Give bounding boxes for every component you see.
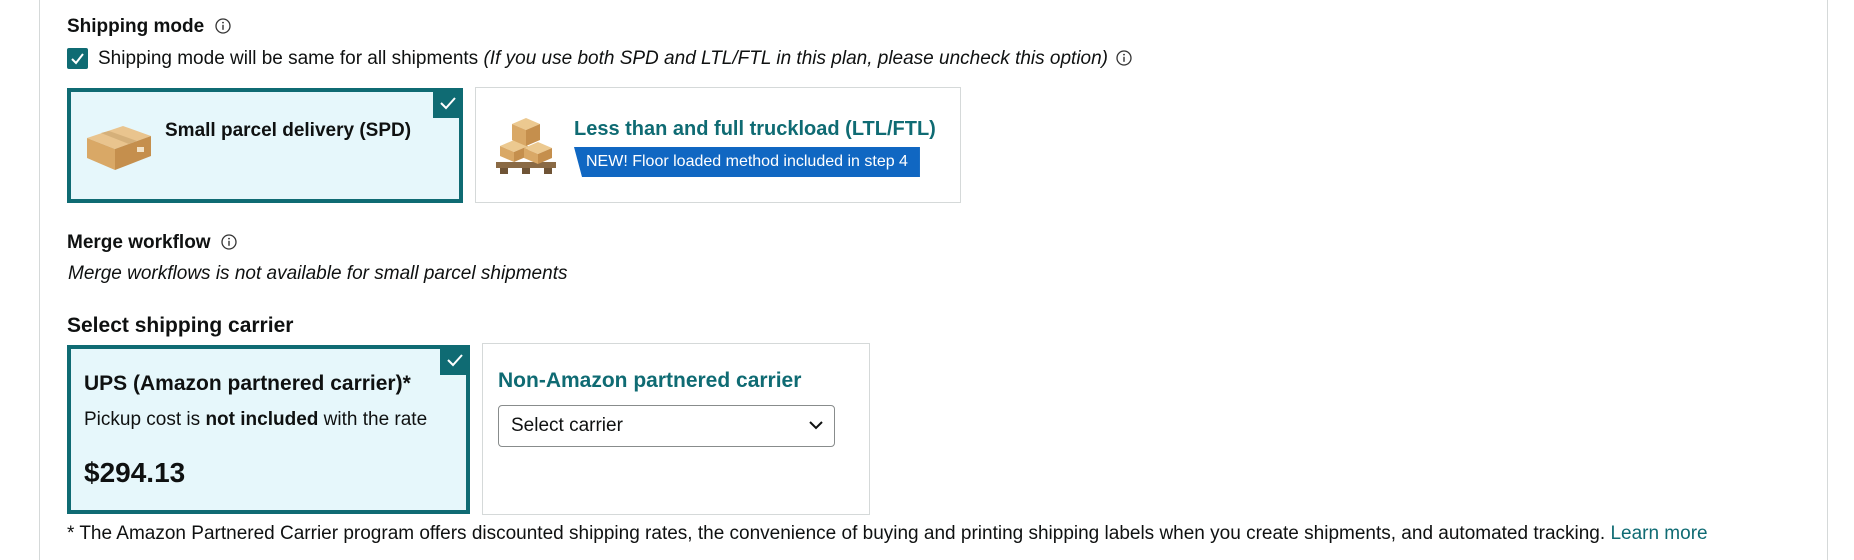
carrier-select-value: Select carrier bbox=[511, 415, 623, 436]
same-mode-label-text: Shipping mode will be same for all shipm… bbox=[98, 48, 479, 69]
panel-left-border bbox=[39, 0, 40, 560]
same-mode-checkbox[interactable] bbox=[67, 48, 88, 69]
chevron-down-icon bbox=[809, 421, 823, 430]
merge-workflow-note: Merge workflows is not available for sma… bbox=[68, 263, 568, 284]
info-icon[interactable] bbox=[1116, 50, 1132, 66]
info-icon[interactable] bbox=[214, 18, 231, 34]
merge-workflow-title: Merge workflow bbox=[67, 232, 237, 254]
checkmark-icon bbox=[440, 97, 456, 110]
selected-check bbox=[433, 88, 463, 118]
pickup-prefix: Pickup cost is bbox=[84, 409, 201, 430]
checkmark-icon bbox=[447, 354, 463, 367]
ups-pickup-note: Pickup cost is not included with the rat… bbox=[84, 409, 427, 431]
partnered-program-footnote: * The Amazon Partnered Carrier program o… bbox=[67, 523, 1708, 545]
footnote-text: * The Amazon Partnered Carrier program o… bbox=[67, 523, 1606, 544]
non-partnered-carrier-name: Non-Amazon partnered carrier bbox=[498, 369, 802, 392]
ups-price: $294.13 bbox=[84, 457, 186, 488]
merge-workflow-title-text: Merge workflow bbox=[67, 232, 211, 253]
carrier-select[interactable]: Select carrier bbox=[498, 405, 835, 447]
same-mode-label[interactable]: Shipping mode will be same for all shipm… bbox=[98, 48, 1132, 70]
pallet-boxes-icon bbox=[496, 118, 556, 174]
pickup-bold: not included bbox=[205, 409, 319, 430]
mode-option-spd-label: Small parcel delivery (SPD) bbox=[165, 120, 412, 141]
mode-option-ltl-ftl[interactable]: Less than and full truckload (LTL/FTL) N… bbox=[475, 87, 961, 203]
mode-option-spd[interactable]: Small parcel delivery (SPD) bbox=[67, 88, 463, 203]
carrier-option-non-partnered[interactable]: Non-Amazon partnered carrier Select carr… bbox=[482, 343, 870, 515]
carrier-section-title: Select shipping carrier bbox=[67, 314, 294, 337]
panel-right-border bbox=[1827, 0, 1828, 560]
same-mode-hint: (If you use both SPD and LTL/FTL in this… bbox=[483, 48, 1109, 69]
info-icon[interactable] bbox=[221, 234, 237, 250]
mode-option-ltl-label: Less than and full truckload (LTL/FTL) bbox=[574, 118, 936, 140]
checkmark-icon bbox=[71, 53, 84, 65]
learn-more-link[interactable]: Learn more bbox=[1610, 523, 1707, 544]
pickup-suffix: with the rate bbox=[323, 409, 428, 430]
parcel-box-icon bbox=[87, 126, 151, 170]
ups-carrier-name: UPS (Amazon partnered carrier)* bbox=[84, 372, 411, 395]
shipping-mode-title: Shipping mode bbox=[67, 16, 231, 38]
carrier-option-ups[interactable]: UPS (Amazon partnered carrier)* Pickup c… bbox=[67, 345, 470, 514]
selected-check bbox=[440, 345, 470, 375]
new-feature-badge: NEW! Floor loaded method included in ste… bbox=[574, 147, 920, 177]
shipping-mode-title-text: Shipping mode bbox=[67, 16, 205, 37]
